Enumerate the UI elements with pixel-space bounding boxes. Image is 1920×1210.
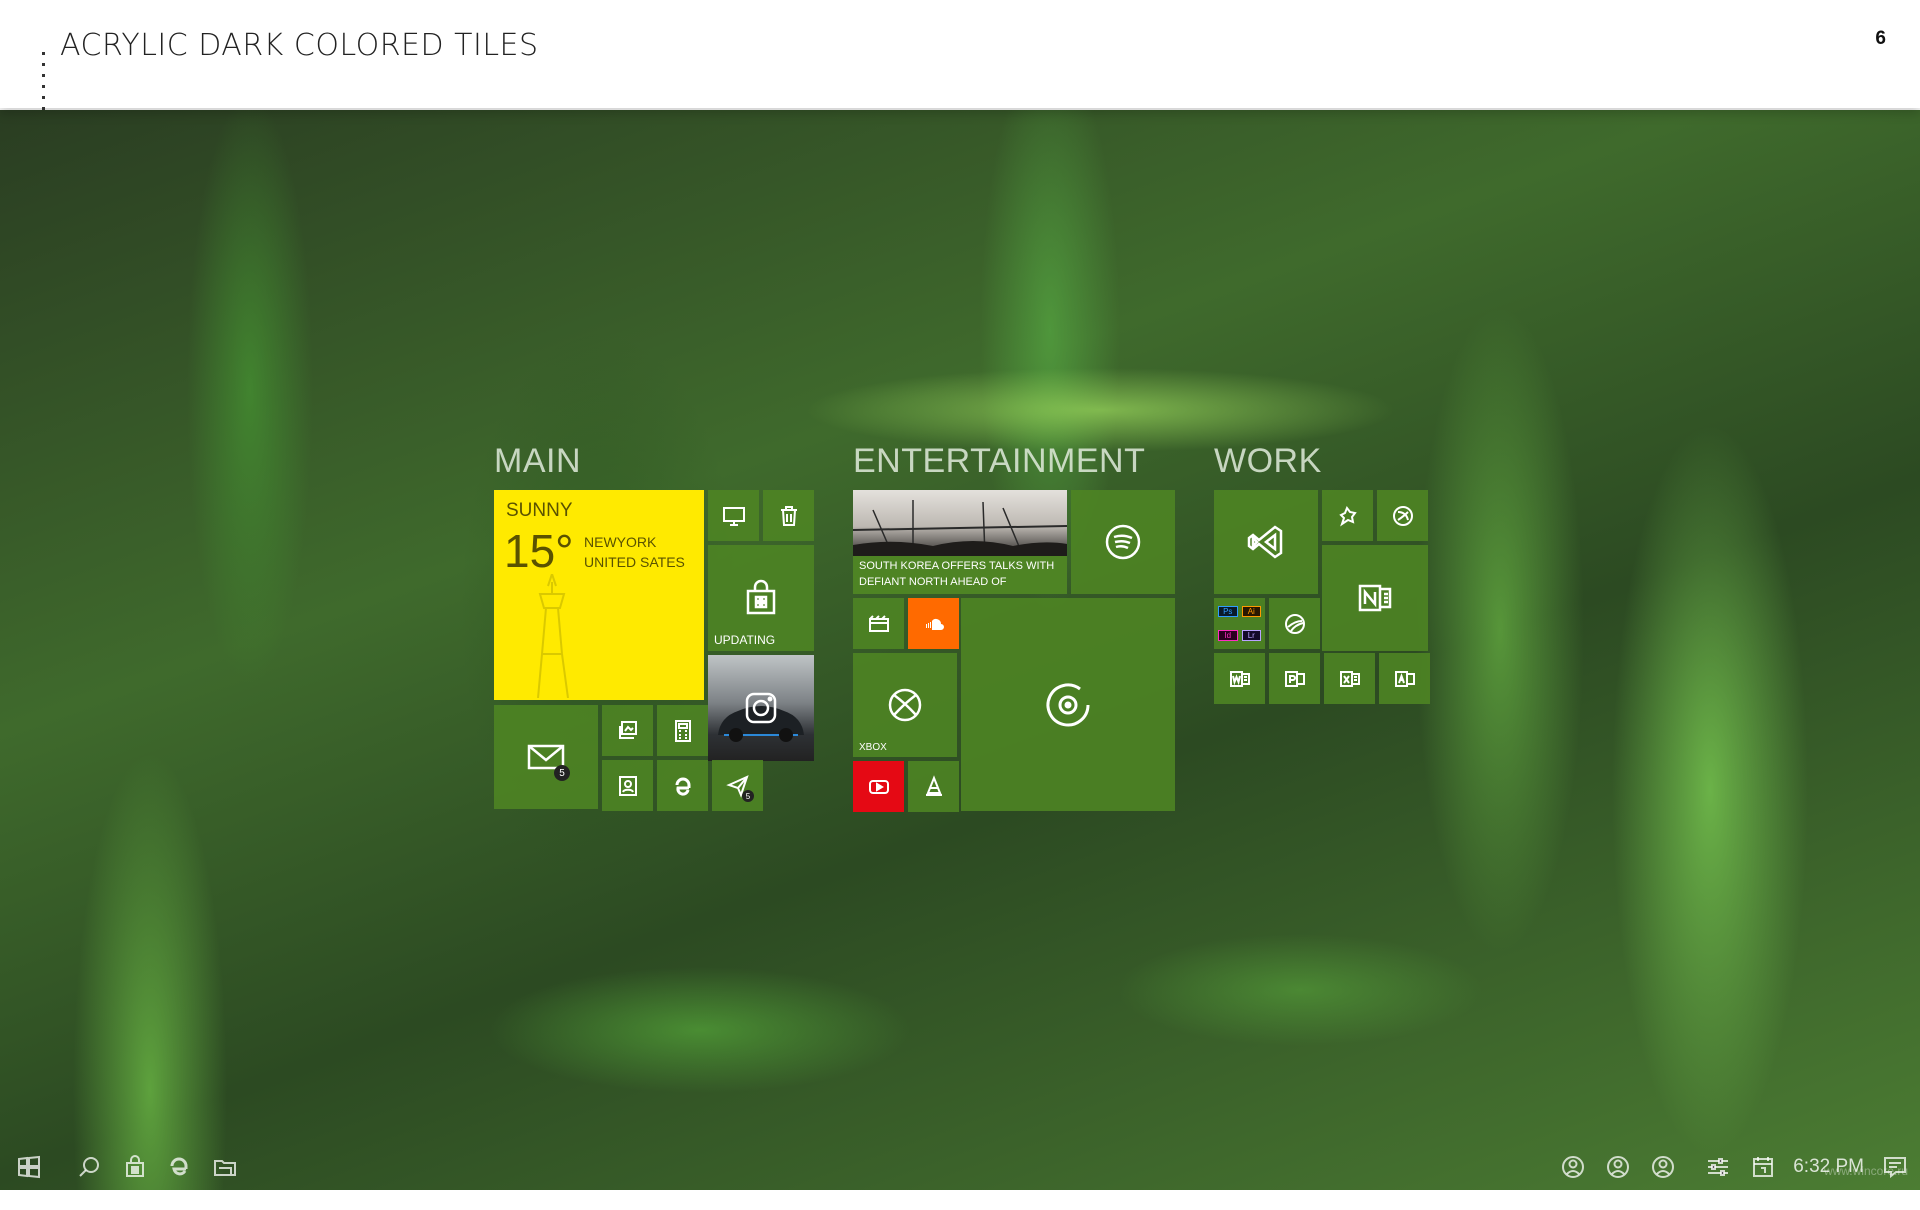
group-title-entertainment[interactable]: ENTERTAINMENT: [853, 442, 1145, 481]
access-icon: [1394, 670, 1415, 687]
trash-icon: [780, 505, 797, 526]
photos-icon: [618, 720, 637, 739]
edge-icon: [675, 777, 690, 796]
word-icon: [1229, 670, 1250, 687]
contacts-icon: [618, 775, 637, 796]
news-tile[interactable]: SOUTH KOREA OFFERS TALKS WITH DEFIANT NO…: [853, 490, 1067, 594]
store-tile[interactable]: UPDATING: [708, 545, 814, 651]
slide-header: ACRYLIC DARK COLORED TILES 6: [0, 0, 1920, 112]
weather-city: NEWYORK: [584, 534, 657, 550]
visual-studio-icon: [1247, 525, 1283, 559]
youtube-icon: [868, 779, 889, 794]
weather-temperature: 15°: [504, 525, 574, 577]
powerpoint-tile[interactable]: [1269, 653, 1320, 704]
statue-of-liberty-icon: [537, 574, 569, 698]
user-icon-3[interactable]: [1650, 1154, 1676, 1180]
onenote-tile[interactable]: [1322, 545, 1428, 651]
mail-tile[interactable]: 5: [494, 705, 598, 809]
paint-tile[interactable]: [1322, 490, 1373, 541]
group-title-work[interactable]: WORK: [1214, 442, 1322, 481]
xmind-icon: [1392, 505, 1413, 526]
soundcloud-tile[interactable]: [908, 598, 959, 649]
excel-tile[interactable]: [1324, 653, 1375, 704]
lightroom-icon: Lr: [1241, 629, 1261, 641]
send-badge: 5: [742, 790, 754, 802]
xbox-label: XBOX: [859, 742, 887, 753]
file-explorer-icon[interactable]: [212, 1154, 238, 1180]
start-windows-icon[interactable]: [16, 1154, 42, 1180]
vlc-tile[interactable]: [908, 761, 959, 812]
mail-badge: 5: [554, 765, 570, 781]
groove-music-icon: [1046, 683, 1090, 726]
earth-tile[interactable]: [1269, 598, 1320, 649]
user-icon-1[interactable]: [1560, 1154, 1586, 1180]
spotify-tile[interactable]: [1071, 490, 1175, 594]
calculator-icon: [674, 719, 691, 742]
photoshop-icon: Ps: [1218, 606, 1238, 618]
illustrator-icon: Ai: [1241, 606, 1261, 618]
instagram-tile[interactable]: [708, 655, 814, 761]
desktop: MAIN SUNNY 15° NEWYORK UNITED SATES UPDA…: [0, 110, 1920, 1190]
monitor-icon: [722, 506, 745, 526]
xbox-icon: [888, 688, 922, 722]
taskbar: 6:32 PM: [0, 1144, 1920, 1190]
visual-studio-tile[interactable]: [1214, 490, 1318, 594]
globe-icon: [1284, 613, 1305, 634]
calendar-icon[interactable]: [1750, 1154, 1776, 1180]
send-tile[interactable]: 5: [712, 760, 763, 811]
youtube-tile[interactable]: [853, 761, 904, 812]
indesign-icon: Id: [1218, 629, 1238, 641]
soundcloud-icon: [925, 618, 944, 630]
spotify-icon: [1105, 524, 1141, 560]
unicorn-icon: [1338, 505, 1357, 526]
store-icon: [746, 579, 776, 615]
instagram-icon: [745, 692, 777, 724]
news-headline: SOUTH KOREA OFFERS TALKS WITH DEFIANT NO…: [859, 560, 1055, 588]
contacts-tile[interactable]: [602, 760, 653, 811]
edge-tile[interactable]: [657, 760, 708, 811]
user-icon-2[interactable]: [1605, 1154, 1631, 1180]
settings-sliders-icon[interactable]: [1705, 1154, 1731, 1180]
access-tile[interactable]: [1379, 653, 1430, 704]
watermark: www.wincore.ru: [1823, 1164, 1908, 1178]
powerpoint-icon: [1284, 670, 1305, 687]
film-icon: [868, 614, 889, 632]
word-tile[interactable]: [1214, 653, 1265, 704]
dotted-line: [42, 52, 45, 112]
weather-tile[interactable]: SUNNY 15° NEWYORK UNITED SATES: [494, 490, 704, 700]
photos-tile[interactable]: [602, 705, 653, 756]
xbox-tile[interactable]: XBOX: [853, 653, 957, 757]
search-icon[interactable]: [76, 1154, 102, 1180]
groove-music-tile[interactable]: [961, 598, 1175, 811]
onenote-icon: [1358, 584, 1392, 612]
vlc-cone-icon: [925, 774, 942, 796]
store-label: UPDATING: [714, 633, 776, 647]
weather-condition: SUNNY: [506, 500, 573, 521]
excel-icon: [1339, 670, 1360, 687]
group-title-main[interactable]: MAIN: [494, 442, 581, 481]
page-number: 6: [1875, 28, 1886, 49]
store-taskbar-icon[interactable]: [122, 1154, 148, 1180]
desktop-tile[interactable]: [708, 490, 759, 541]
weather-country: UNITED SATES: [584, 554, 685, 570]
news-photo: [853, 500, 1067, 556]
adobe-folder-tile[interactable]: Ps Ai Id Lr: [1214, 598, 1265, 649]
edge-taskbar-icon[interactable]: [166, 1154, 192, 1180]
calculator-tile[interactable]: [657, 705, 708, 756]
slide-title: ACRYLIC DARK COLORED TILES: [60, 28, 539, 63]
news-image: [853, 490, 1067, 556]
movies-tile[interactable]: [853, 598, 904, 649]
xmind-tile[interactable]: [1377, 490, 1428, 541]
recycle-bin-tile[interactable]: [763, 490, 814, 541]
